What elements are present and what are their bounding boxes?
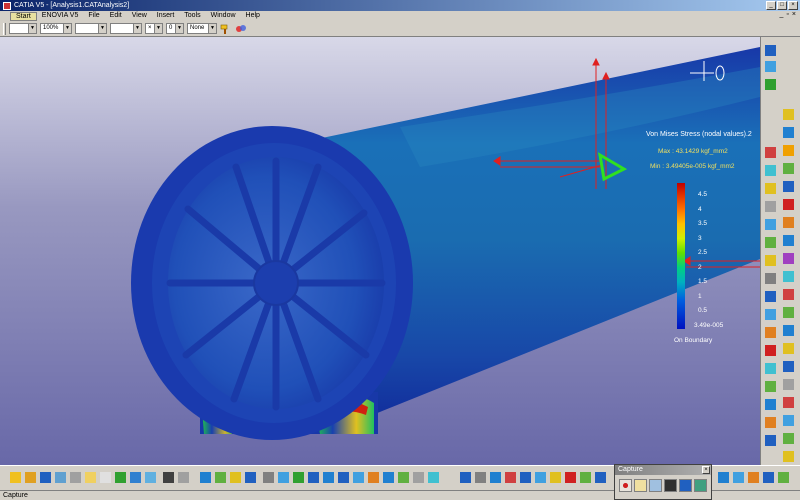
graphic-properties-toolbar: ▼ 100% ▼ ▼ ▼ × ▼ 0 ▼ None ▼ — [0, 21, 800, 37]
maximize-button[interactable]: □ — [777, 1, 787, 10]
menu-edit[interactable]: Edit — [105, 11, 127, 21]
legend-footer: On Boundary — [674, 337, 713, 344]
chevron-down-icon: ▼ — [154, 24, 162, 33]
right-toolbar — [760, 37, 800, 465]
wheel-hub — [253, 260, 299, 306]
fea-model-render — [131, 47, 760, 440]
catia-app-icon — [3, 1, 11, 10]
legend-color-scale — [677, 183, 685, 329]
toolbar-handle — [3, 22, 6, 35]
mdi-restore-button[interactable]: ▫ — [786, 11, 788, 18]
legend-tick: 0.5 — [698, 307, 708, 314]
transparency-combo[interactable]: 100% ▼ — [40, 23, 72, 34]
menu-help[interactable]: Help — [241, 11, 265, 21]
minimize-button[interactable]: _ — [766, 1, 776, 10]
format-painter-icon[interactable] — [220, 23, 232, 35]
legend-title: Von Mises Stress (nodal values).2 — [646, 131, 752, 138]
chevron-down-icon: ▼ — [98, 24, 106, 33]
chevron-down-icon: ▼ — [28, 24, 36, 33]
menu-file[interactable]: File — [83, 11, 104, 21]
legend-tick: 1 — [698, 293, 702, 300]
legend-tick: 4.5 — [698, 191, 708, 198]
legend-tick: 2 — [698, 264, 702, 271]
line-thickness-combo[interactable]: ▼ — [75, 23, 107, 34]
menu-start[interactable]: Start — [10, 11, 37, 21]
legend-tick: 3.5 — [698, 220, 708, 227]
chevron-down-icon: ▼ — [133, 24, 141, 33]
legend-tick: 4 — [698, 206, 702, 213]
graphic-properties-icon[interactable] — [235, 23, 247, 35]
3d-viewport[interactable]: Von Mises Stress (nodal values).2 Max : … — [0, 37, 760, 465]
layer-number-combo[interactable]: 0 ▼ — [166, 23, 184, 34]
capture-icon[interactable] — [664, 479, 677, 492]
menu-window[interactable]: Window — [206, 11, 241, 21]
options-icon[interactable] — [649, 479, 662, 492]
capture-title-bar[interactable]: Capture × — [615, 465, 711, 475]
mdi-minimize-button[interactable]: _ — [780, 11, 784, 18]
linetype-combo[interactable]: ▼ — [110, 23, 142, 34]
transparency-value: 100% — [43, 25, 59, 31]
legend-tick: 1.5 — [698, 278, 708, 285]
chevron-down-icon: ▼ — [208, 24, 216, 33]
legend-max: Max : 43.1429 kgf_mm2 — [658, 148, 728, 155]
menu-enovia[interactable]: ENOVIA V5 — [37, 11, 84, 21]
layer-combo[interactable]: None ▼ — [187, 23, 217, 34]
menu-tools[interactable]: Tools — [179, 11, 205, 21]
legend-min: Min : 3.49405e-005 kgf_mm2 — [650, 163, 735, 170]
window-title: CATIA V5 - [Analysis1.CATAnalysis2] — [14, 2, 130, 9]
close-button[interactable]: × — [788, 1, 798, 10]
color-combo[interactable]: ▼ — [9, 23, 37, 34]
menu-view[interactable]: View — [127, 11, 152, 21]
capture-toolbar[interactable]: Capture × — [614, 464, 712, 500]
point-symbol-combo[interactable]: × ▼ — [145, 23, 163, 34]
layer-value: None — [190, 25, 205, 31]
chevron-down-icon: ▼ — [175, 24, 183, 33]
legend-tick: 3.49e-005 — [694, 322, 724, 329]
legend-tick: 3 — [698, 235, 702, 242]
chevron-down-icon: ▼ — [63, 24, 71, 33]
capture-title: Capture — [618, 466, 643, 473]
layer-number-value: 0 — [169, 25, 173, 31]
menu-bar: Start ENOVIA V5 File Edit View Insert To… — [0, 11, 800, 21]
right-toolbar-icons[interactable] — [761, 37, 800, 465]
print-icon[interactable] — [694, 479, 707, 492]
title-bar: CATIA V5 - [Analysis1.CATAnalysis2] _ □ … — [0, 0, 800, 11]
album-icon[interactable] — [679, 479, 692, 492]
legend-tick: 2.5 — [698, 249, 708, 256]
record-icon[interactable] — [619, 479, 632, 492]
mdi-close-button[interactable]: × — [792, 11, 796, 18]
status-text: Capture — [3, 492, 28, 499]
menu-insert[interactable]: Insert — [152, 11, 180, 21]
select-mode-icon[interactable] — [634, 479, 647, 492]
close-icon[interactable]: × — [702, 466, 710, 474]
